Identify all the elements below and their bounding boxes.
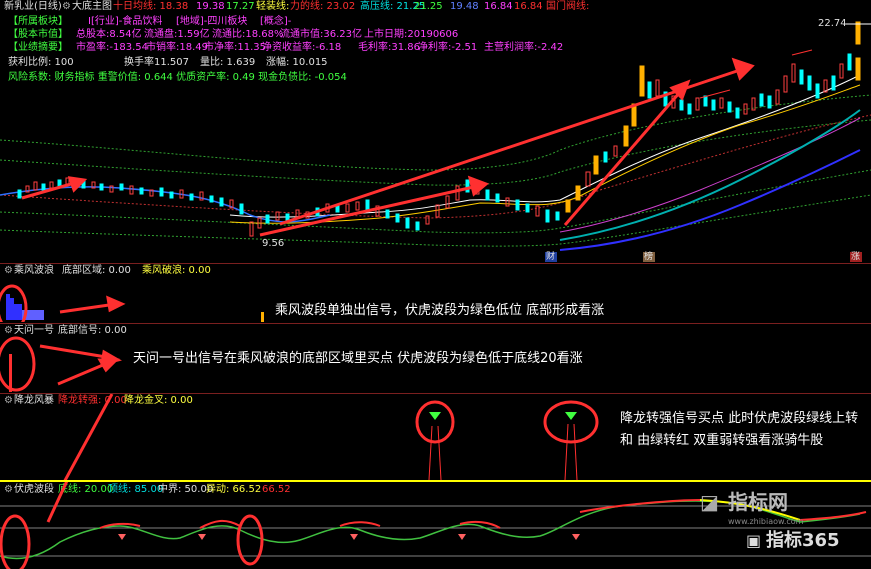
- float-shares: 流通盘:1.59亿: [144, 29, 210, 40]
- header-val-3: 16.84: [484, 1, 513, 12]
- header-val-4: 16.84: [514, 1, 543, 12]
- gross-margin: 毛利率:31.86: [358, 42, 420, 53]
- roe: 净资收益率:-6.18: [262, 42, 342, 53]
- header-val-5: 国门阀线:: [546, 1, 590, 12]
- ma-val-2: 17.27: [226, 1, 255, 12]
- watermark-logo-2: 指标365: [766, 530, 840, 551]
- tianwen-panel[interactable]: ⚙ 天问一号 底部信号: 0.00 天问一号出信号在乘风破浪的底部区域里买点 伏…: [0, 324, 871, 392]
- marker-cai: 财: [546, 252, 556, 262]
- sector-region: [地域]-四川板块: [176, 16, 248, 27]
- ma-label-1: 十日均线: 18.38: [113, 1, 189, 12]
- ma-val-1: 19.38: [196, 1, 225, 12]
- volume-ratio: 量比: 1.639: [200, 57, 256, 68]
- pe-ratio: 市盈率:-183.54: [76, 42, 148, 53]
- price-change: 涨幅: 10.015: [266, 57, 328, 68]
- marker-bang: 榜: [644, 252, 654, 262]
- pb-ratio: 市净率:11.35: [204, 42, 266, 53]
- float-market-cap: 流通市值:36.23亿: [280, 29, 362, 40]
- operating-margin: 主营利润率:-2.42: [484, 42, 564, 53]
- sector-industry: I[行业]-食品饮料: [88, 16, 163, 27]
- profit-ratio: 获利比例: 100: [8, 57, 74, 68]
- main-chart-panel[interactable]: 新乳业(日线) ⚙ 大底主图 十日均线: 18.38 19.38 17.27 轻…: [0, 0, 871, 262]
- stock-name[interactable]: 新乳业(日线): [4, 1, 62, 13]
- watermark-logo-1: 指标网: [728, 490, 788, 514]
- watermark-logo-1-sub: www.zhibiaow.com: [728, 517, 804, 526]
- main-indicator-name[interactable]: 大底主图: [72, 1, 112, 13]
- capital-tag: 【股本市值】: [8, 29, 68, 40]
- marker-zhang: 涨: [851, 252, 861, 262]
- performance-tag: 【业绩摘要】: [8, 42, 68, 53]
- watermark-logo-icon: ◪: [700, 490, 719, 514]
- chengfeng-panel[interactable]: ⚙ 乘风波浪 底部区域: 0.00 乘风破浪: 0.00 乘风波段单独出信号，伏…: [0, 264, 871, 322]
- watermark-logo-2-icon: ▣: [746, 531, 762, 550]
- panel4-annotation: 降龙转强信号买点 此时伏虎波段绿线上转 和 由绿转红 双重弱转强看涨骑牛股: [620, 411, 859, 448]
- power-line-label: 力的线: 23.02: [290, 1, 356, 12]
- panel3-annotation: 天问一号出信号在乘风破浪的底部区域里买点 伏虎波段为绿色低于底线20看涨: [133, 351, 583, 366]
- net-margin: 净利率:-2.51: [418, 42, 478, 53]
- xianglong-panel[interactable]: ⚙ 降龙风暴 降龙转强: 0.00 降龙金叉: 0.00 降龙转强信号买点 此时…: [0, 394, 871, 480]
- ma-label-2: 轻装线:: [256, 1, 290, 12]
- listing-date: 上市日期:20190606: [364, 29, 459, 40]
- ps-ratio: 市销率:18.49: [146, 42, 208, 53]
- high-price-label: 22.74: [818, 18, 847, 29]
- low-price-label: 9.56: [262, 238, 285, 249]
- header-val-1: 21.25: [414, 1, 443, 12]
- total-shares: 总股本:8.54亿: [76, 29, 142, 40]
- float-ratio: 流通比:18.68%: [212, 29, 284, 40]
- turnover-rate: 换手率11.507: [124, 57, 189, 68]
- fuhu-panel[interactable]: ⚙ 伏虎波段 底线: 20.00 顶线: 85.00 中界: 50.00 异动:…: [0, 482, 871, 569]
- panel2-annotation: 乘风波段单独出信号，伏虎波段为绿色低位 底部形成看涨: [275, 303, 605, 318]
- gear-icon[interactable]: ⚙: [62, 1, 71, 13]
- risk-row: 风险系数: 财务指标 重警价值: 0.644 优质资产率: 0.49 现金负债比…: [8, 72, 347, 83]
- sector-concept: [概念]-: [260, 16, 292, 27]
- header-val-2: 19.48: [450, 1, 479, 12]
- sector-tag: 【所属板块】: [8, 16, 68, 27]
